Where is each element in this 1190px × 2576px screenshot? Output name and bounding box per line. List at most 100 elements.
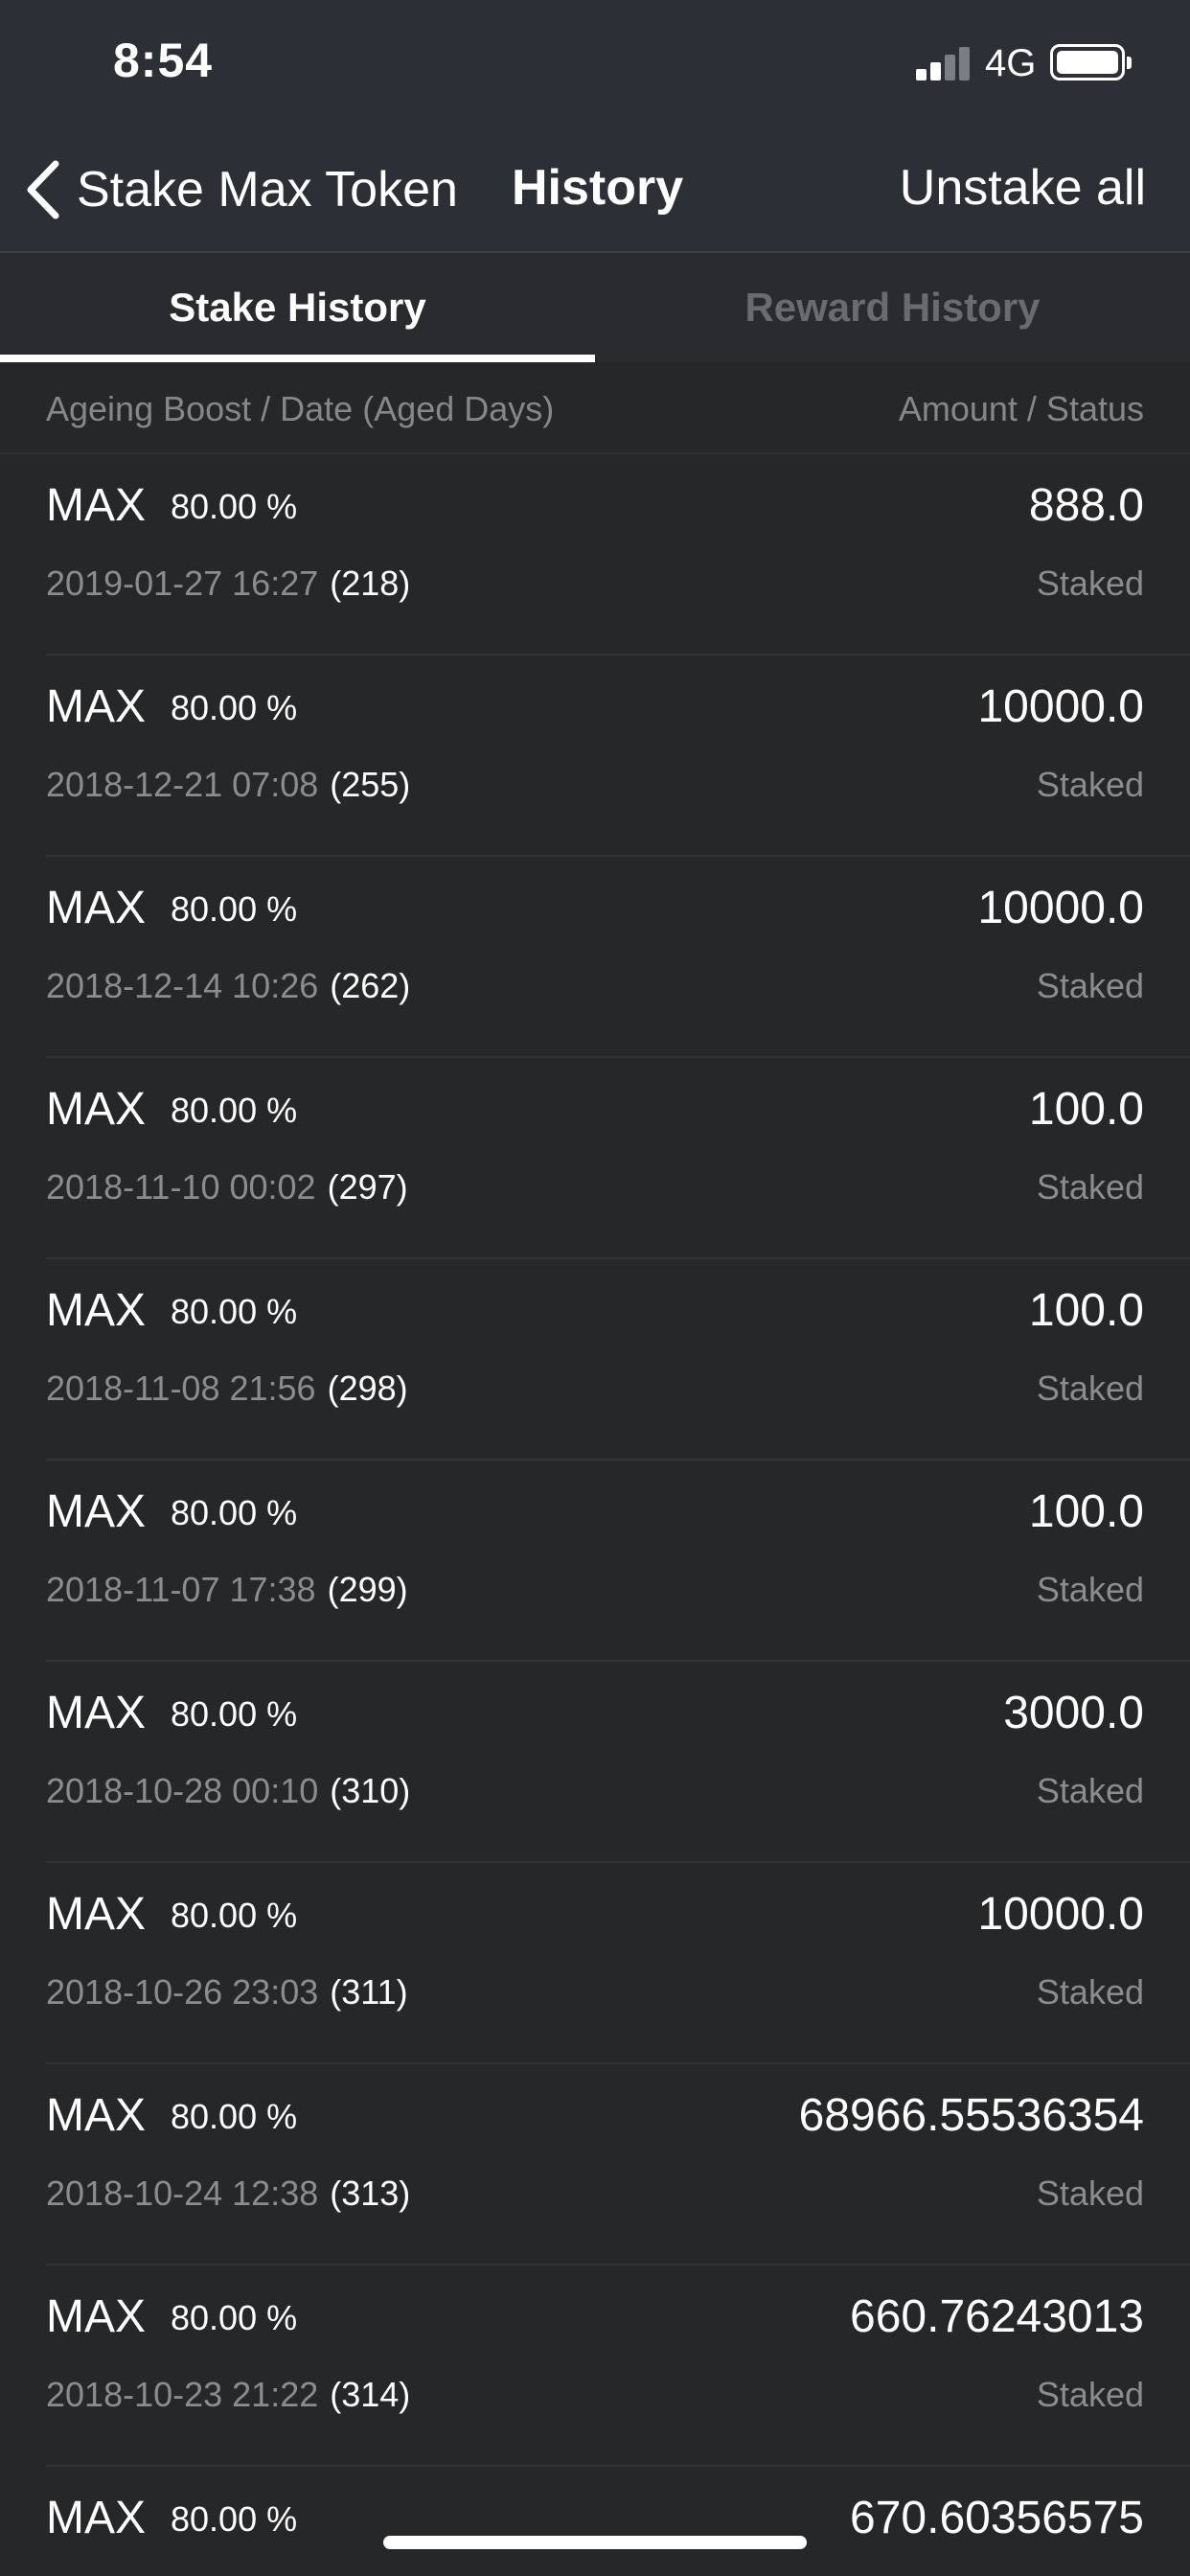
row-aged-days: (262) — [330, 966, 411, 1005]
row-token: MAX — [46, 2493, 147, 2543]
status-bar: 8:54 4G — [0, 0, 1190, 128]
row-amount: 100.0 — [1028, 1486, 1144, 1537]
row-aged-days: (314) — [330, 2375, 411, 2414]
status-time: 8:54 — [113, 34, 214, 87]
row-aged-days: (255) — [330, 765, 411, 804]
home-indicator — [383, 2536, 807, 2549]
row-date: 2018-10-26 23:03 — [46, 1972, 319, 2012]
row-ageing-boost: 80.00 % — [171, 487, 298, 526]
row-status: Staked — [1036, 564, 1144, 603]
chevron-left-icon — [27, 160, 59, 219]
row-token: MAX — [46, 2291, 147, 2342]
history-row[interactable]: MAX 80.00 % 2018-11-08 21:56 (298) 100.0 Stak… — [46, 1259, 1190, 1460]
row-token: MAX — [46, 480, 147, 531]
row-ageing-boost: 80.00 % — [171, 2097, 298, 2136]
row-amount: 100.0 — [1028, 1084, 1144, 1135]
row-token: MAX — [46, 1889, 147, 1940]
row-amount: 10000.0 — [977, 883, 1144, 933]
navigation-bar: Stake Max Token History Unstake all — [0, 128, 1190, 253]
row-ageing-boost: 80.00 % — [171, 1292, 298, 1331]
stake-history-list[interactable]: MAX 80.00 % 2019-01-27 16:27 (218) 888.0 Stak… — [0, 454, 1190, 2576]
row-date: 2018-10-24 12:38 — [46, 2174, 319, 2213]
history-row[interactable]: MAX 80.00 % 2018-10-26 23:03 (311) 10000.0 St… — [46, 1863, 1190, 2064]
history-row[interactable]: MAX 80.00 % 2018-10-24 12:38 (313) 68966.555… — [46, 2064, 1190, 2266]
row-ageing-boost: 80.00 % — [171, 1896, 298, 1935]
unstake-all-button[interactable]: Unstake all — [900, 159, 1146, 217]
row-amount: 68966.55536354 — [798, 2090, 1144, 2141]
row-date-line: 2018-12-21 07:08 (255) — [46, 765, 410, 805]
row-date-line: 2018-11-07 17:38 (299) — [46, 1570, 408, 1610]
row-aged-days: (313) — [330, 2174, 411, 2213]
row-token: MAX — [46, 1486, 147, 1537]
history-row[interactable]: MAX 80.00 % 2018-11-07 17:38 (299) 100.0 Stak… — [46, 1460, 1190, 1662]
row-aged-days: (298) — [327, 1368, 408, 1408]
row-date-line: 2018-12-14 10:26 (262) — [46, 966, 410, 1006]
active-tab-indicator — [0, 355, 595, 362]
row-status: Staked — [1036, 1972, 1144, 2012]
row-date: 2018-11-07 17:38 — [46, 1570, 316, 1609]
row-aged-days: (299) — [327, 1570, 408, 1609]
cellular-signal-icon — [916, 42, 970, 80]
row-ageing-boost: 80.00 % — [171, 2298, 298, 2337]
row-token: MAX — [46, 883, 147, 933]
network-type-label: 4G — [985, 42, 1037, 84]
row-date-line: 2018-10-26 23:03 (311) — [46, 1972, 408, 2012]
row-status: Staked — [1036, 765, 1144, 804]
row-ageing-boost: 80.00 % — [171, 1493, 298, 1532]
tab-stake-history[interactable]: Stake History — [0, 253, 595, 362]
row-status: Staked — [1036, 1368, 1144, 1408]
history-row[interactable]: MAX 80.00 % 2019-01-27 16:27 (218) 888.0 Stak… — [46, 454, 1190, 656]
row-date: 2018-10-28 00:10 — [46, 1771, 319, 1810]
history-row[interactable]: MAX 80.00 % 2018-12-14 10:26 (262) 10000.0 St… — [46, 857, 1190, 1058]
row-date: 2019-01-27 16:27 — [46, 564, 319, 603]
row-status: Staked — [1036, 2375, 1144, 2414]
row-status: Staked — [1036, 1570, 1144, 1609]
row-token: MAX — [46, 2090, 147, 2141]
row-date-line: 2019-01-27 16:27 (218) — [46, 564, 410, 604]
row-amount: 888.0 — [1028, 480, 1144, 531]
history-row[interactable]: MAX 80.00 % 2018-12-21 07:08 (255) 10000.0 St… — [46, 656, 1190, 857]
back-button[interactable]: Stake Max Token — [23, 155, 458, 224]
row-date-line: 2018-11-10 00:02 (297) — [46, 1167, 408, 1208]
back-label: Stake Max Token — [77, 162, 458, 218]
page-title: History — [512, 160, 684, 216]
row-date-line: 2018-10-23 21:22 (314) — [46, 2375, 410, 2415]
tab-reward-history[interactable]: Reward History — [595, 253, 1190, 362]
row-date: 2018-12-21 07:08 — [46, 765, 319, 804]
history-row[interactable]: MAX 80.00 % 2018-10-28 00:10 (310) 3000.0 Sta… — [46, 1662, 1190, 1863]
row-amount: 100.0 — [1028, 1285, 1144, 1336]
history-row[interactable]: MAX 80.00 % 670.60356575 — [46, 2467, 1190, 2576]
history-row[interactable]: MAX 80.00 % 2018-10-23 21:22 (314) 660.76243… — [46, 2266, 1190, 2467]
row-ageing-boost: 80.00 % — [171, 889, 298, 929]
row-amount: 670.60356575 — [850, 2493, 1144, 2543]
column-header-right: Amount / Status — [898, 389, 1144, 428]
tab-bar: Stake History Reward History — [0, 253, 1190, 362]
row-date-line: 2018-11-08 21:56 (298) — [46, 1368, 408, 1409]
row-status: Staked — [1036, 1771, 1144, 1810]
row-token: MAX — [46, 1285, 147, 1336]
row-amount: 10000.0 — [977, 1889, 1144, 1940]
history-row[interactable]: MAX 80.00 % 2018-11-10 00:02 (297) 100.0 Stak… — [46, 1058, 1190, 1259]
row-aged-days: (310) — [330, 1771, 411, 1810]
row-aged-days: (297) — [327, 1167, 408, 1207]
row-date: 2018-11-08 21:56 — [46, 1368, 316, 1408]
row-token: MAX — [46, 681, 147, 732]
row-date: 2018-10-23 21:22 — [46, 2375, 319, 2414]
row-token: MAX — [46, 1688, 147, 1738]
column-header: Ageing Boost / Date (Aged Days) Amount /… — [0, 362, 1190, 454]
row-ageing-boost: 80.00 % — [171, 2499, 298, 2539]
row-date: 2018-12-14 10:26 — [46, 966, 319, 1005]
row-date-line: 2018-10-28 00:10 (310) — [46, 1771, 410, 1811]
row-amount: 10000.0 — [977, 681, 1144, 732]
row-ageing-boost: 80.00 % — [171, 688, 298, 727]
row-status: Staked — [1036, 1167, 1144, 1207]
row-ageing-boost: 80.00 % — [171, 1694, 298, 1734]
row-ageing-boost: 80.00 % — [171, 1091, 298, 1130]
row-status: Staked — [1036, 2174, 1144, 2213]
battery-full-icon — [1050, 44, 1132, 80]
row-aged-days: (218) — [330, 564, 411, 603]
row-aged-days: (311) — [330, 1972, 408, 2012]
row-amount: 660.76243013 — [850, 2291, 1144, 2342]
row-status: Staked — [1036, 966, 1144, 1005]
column-header-left: Ageing Boost / Date (Aged Days) — [46, 389, 555, 428]
